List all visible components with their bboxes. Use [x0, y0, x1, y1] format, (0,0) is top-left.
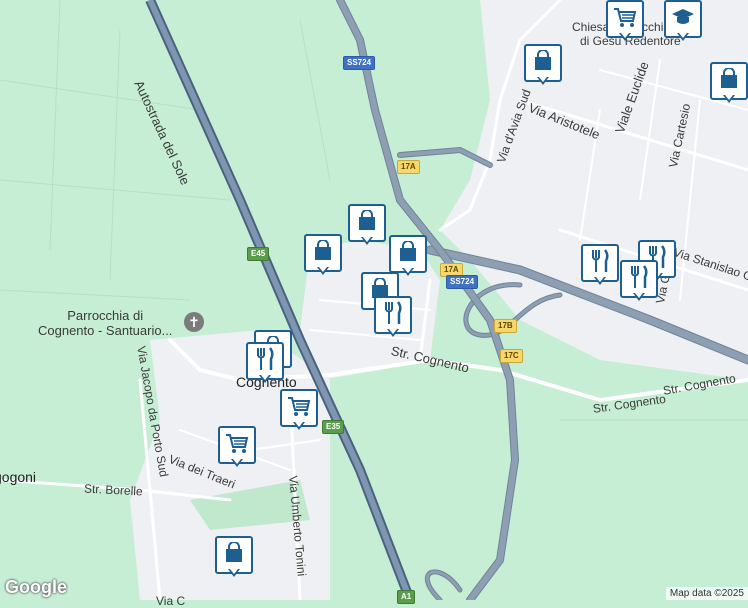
graduation-cap-icon	[671, 7, 695, 32]
shopping-bag-icon	[356, 208, 378, 237]
church-icon[interactable]: ✝	[184, 312, 204, 332]
poi-pin-shopping-cart[interactable]	[280, 389, 318, 435]
google-logo[interactable]: Google	[5, 577, 67, 598]
e45-shield: E45	[247, 247, 270, 261]
poi-pin-shopping-cart[interactable]	[218, 426, 256, 472]
poi-pin-restaurant[interactable]	[620, 260, 658, 306]
poi-pin-restaurant[interactable]	[581, 244, 619, 290]
restaurant-icon	[628, 264, 650, 294]
poi-pin-shopping-cart[interactable]	[606, 0, 644, 46]
poi-pin-shopping-bag[interactable]	[710, 62, 748, 108]
17c-shield: 17C	[500, 349, 523, 363]
shopping-bag-icon	[223, 540, 245, 569]
shopping-bag-icon	[718, 66, 740, 95]
shopping-bag-icon	[397, 239, 419, 268]
shopping-cart-icon	[287, 395, 311, 422]
poi-pin-shopping-bag[interactable]	[215, 536, 253, 582]
poi-pin-restaurant[interactable]	[246, 342, 284, 388]
17a-shield-top: 17A	[397, 160, 420, 174]
shopping-cart-icon	[613, 6, 637, 33]
poi-pin-shopping-bag[interactable]	[524, 44, 562, 90]
shopping-cart-icon	[225, 432, 249, 459]
ss724-shield-mid: SS724	[446, 275, 479, 289]
17b-shield: 17B	[494, 319, 517, 333]
urban-area-northeast	[440, 0, 748, 380]
poi-pin-shopping-bag[interactable]	[348, 204, 386, 250]
restaurant-icon	[382, 300, 404, 330]
e35-shield: E35	[322, 420, 345, 434]
a1-shield: A1	[397, 590, 416, 604]
restaurant-icon	[589, 248, 611, 278]
poi-pin-graduation-cap[interactable]	[664, 0, 702, 46]
shopping-bag-icon	[312, 238, 334, 267]
ss724-shield-top: SS724	[343, 56, 376, 70]
map-attribution[interactable]: Map data ©2025	[665, 587, 748, 600]
restaurant-icon	[254, 346, 276, 376]
poi-pin-shopping-bag[interactable]	[304, 234, 342, 280]
shopping-bag-icon	[532, 48, 554, 77]
poi-pin-restaurant[interactable]	[374, 296, 412, 342]
